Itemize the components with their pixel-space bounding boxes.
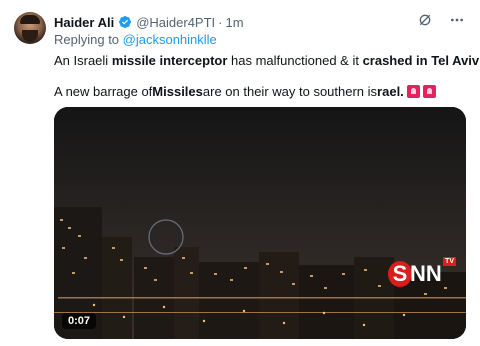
watermark-letter: S: [388, 261, 412, 287]
more-icon[interactable]: [448, 11, 466, 29]
reply-context: Replying to @jacksonhinklle: [54, 32, 217, 47]
video-frame: [54, 107, 466, 339]
reply-mention-link[interactable]: @jacksonhinklle: [123, 32, 217, 47]
text-part: are on their way to southern is: [202, 84, 378, 99]
grok-icon[interactable]: [416, 11, 434, 29]
tweet-header: Haider Ali @Haider4PTI · 1m: [54, 13, 244, 31]
text-part: has malfunctioned & it: [227, 53, 363, 68]
header-actions: [416, 11, 466, 29]
watermark-badge: TV: [443, 257, 456, 266]
reply-prefix: Replying to: [54, 32, 123, 47]
watermark-text: NN: [410, 261, 442, 286]
text-bold: Missiles: [152, 84, 203, 99]
text-bold: crashed in Tel Aviv: [362, 53, 480, 68]
separator: ·: [218, 14, 223, 30]
text-part: A new barrage of: [54, 84, 153, 99]
user-handle[interactable]: @Haider4PTI: [136, 15, 215, 30]
avatar-beard: [22, 30, 38, 42]
avatar-hair: [20, 15, 40, 24]
text-part: An Israeli: [54, 53, 112, 68]
siren-emoji-icon: [422, 85, 436, 98]
tweet-text-line2: A new barrage of Missiles are on their w…: [54, 83, 436, 100]
tweet-text-line1: An Israeli missile interceptor has malfu…: [54, 52, 480, 69]
timestamp[interactable]: 1m: [226, 15, 244, 30]
text-bold: rael.: [377, 84, 404, 99]
display-name[interactable]: Haider Ali: [54, 15, 114, 30]
siren-emoji-icon: [406, 85, 420, 98]
avatar[interactable]: [14, 12, 46, 44]
video-player[interactable]: S NN TV 0:07: [54, 107, 466, 339]
video-duration: 0:07: [62, 313, 97, 329]
text-bold: missile interceptor: [111, 53, 228, 68]
snn-watermark: S NN TV: [388, 257, 460, 291]
verified-badge-icon: [118, 15, 132, 29]
